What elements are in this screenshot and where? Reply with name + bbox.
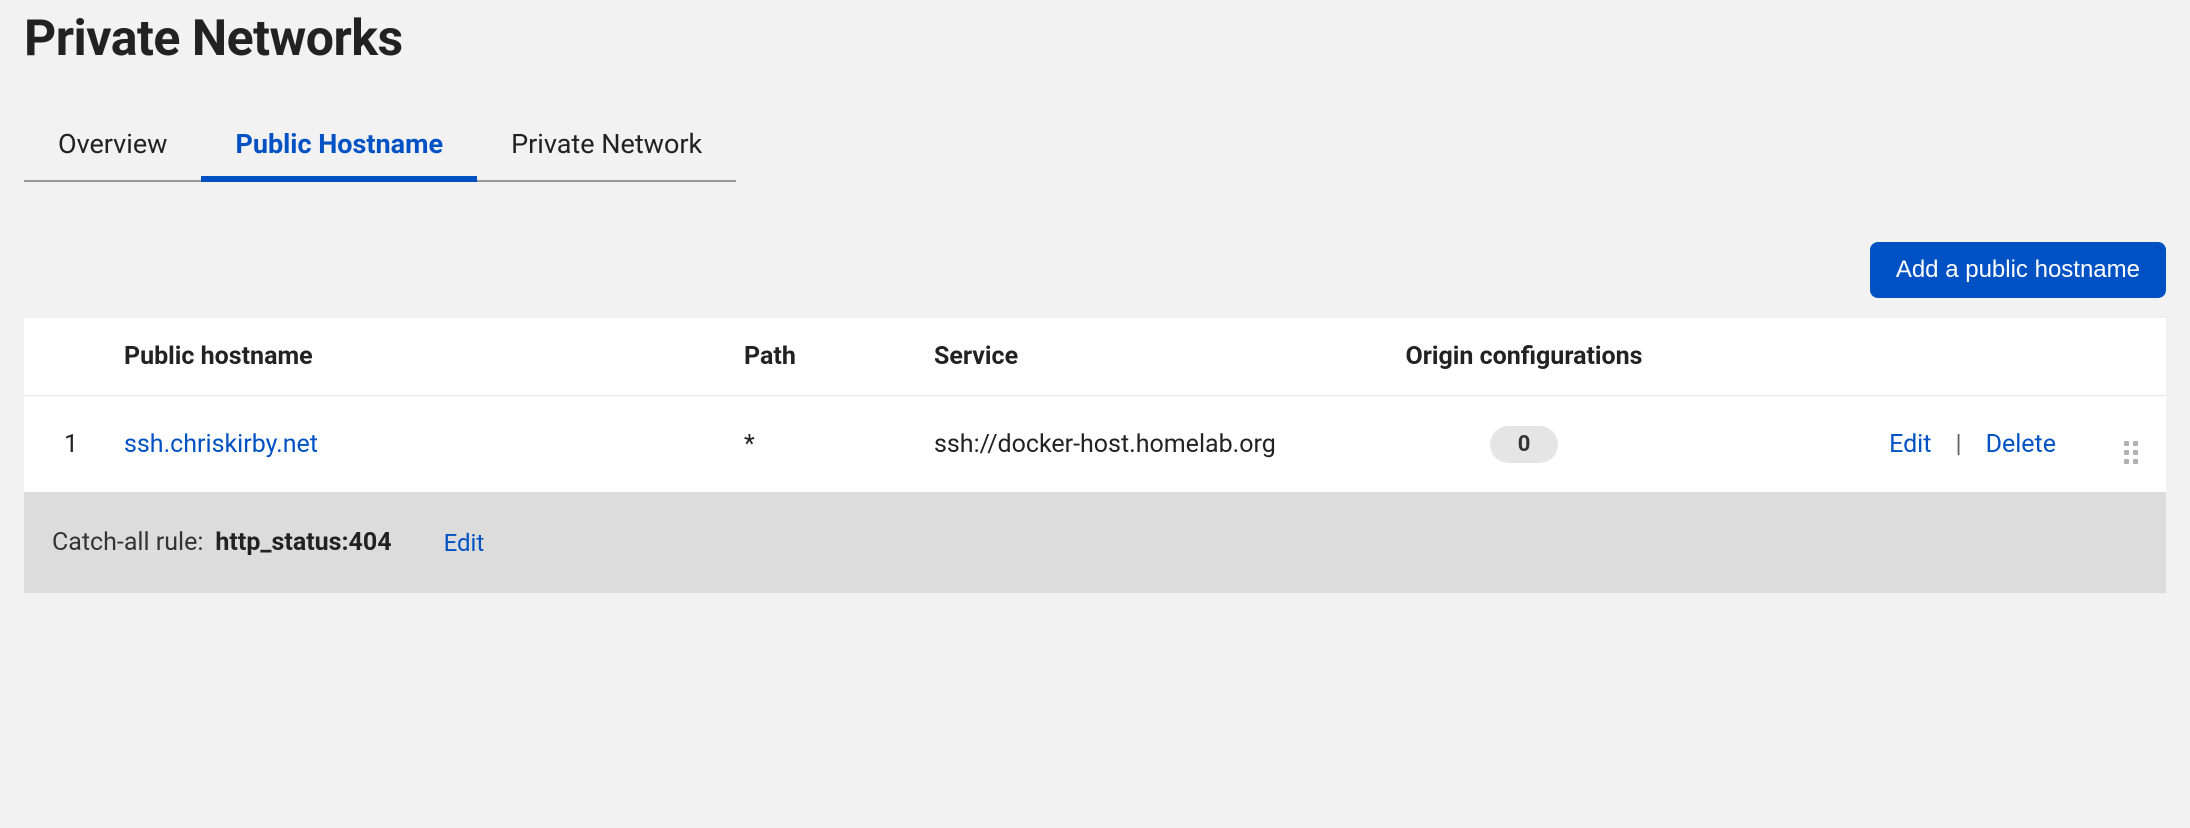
table-row: 1 ssh.chriskirby.net * ssh://docker-host… — [24, 396, 2166, 492]
actions-bar: Add a public hostname — [0, 242, 2190, 318]
tab-private-network[interactable]: Private Network — [477, 108, 736, 182]
catch-all-value: http_status:404 — [215, 528, 391, 557]
row-path: * — [744, 430, 934, 459]
table-header-row: Public hostname Path Service Origin conf… — [24, 318, 2166, 396]
row-index: 1 — [24, 430, 124, 459]
add-public-hostname-button[interactable]: Add a public hostname — [1870, 242, 2166, 298]
delete-link[interactable]: Delete — [1986, 430, 2056, 459]
row-origin: 0 — [1364, 426, 1684, 463]
row-drag — [2096, 424, 2166, 464]
th-origin: Origin configurations — [1364, 342, 1684, 371]
hostname-link[interactable]: ssh.chriskirby.net — [124, 430, 744, 459]
action-divider: | — [1955, 430, 1961, 459]
tab-public-hostname[interactable]: Public Hostname — [201, 108, 477, 182]
th-hostname: Public hostname — [124, 342, 744, 371]
catch-all-edit-link[interactable]: Edit — [444, 529, 485, 557]
th-service: Service — [934, 342, 1364, 371]
catch-all-label: Catch-all rule: — [52, 528, 203, 557]
hostnames-table: Public hostname Path Service Origin conf… — [24, 318, 2166, 492]
catch-all-rule: Catch-all rule: http_status:404 Edit — [24, 492, 2166, 593]
page-title: Private Networks — [0, 0, 2190, 108]
th-path: Path — [744, 342, 934, 371]
tabs: Overview Public Hostname Private Network — [24, 108, 2190, 182]
edit-link[interactable]: Edit — [1889, 430, 1931, 459]
origin-count-badge: 0 — [1490, 426, 1559, 463]
tab-overview[interactable]: Overview — [24, 108, 201, 182]
row-service: ssh://docker-host.homelab.org — [934, 430, 1364, 459]
drag-handle-icon[interactable] — [2124, 441, 2138, 464]
row-actions: Edit | Delete — [1684, 430, 2096, 459]
